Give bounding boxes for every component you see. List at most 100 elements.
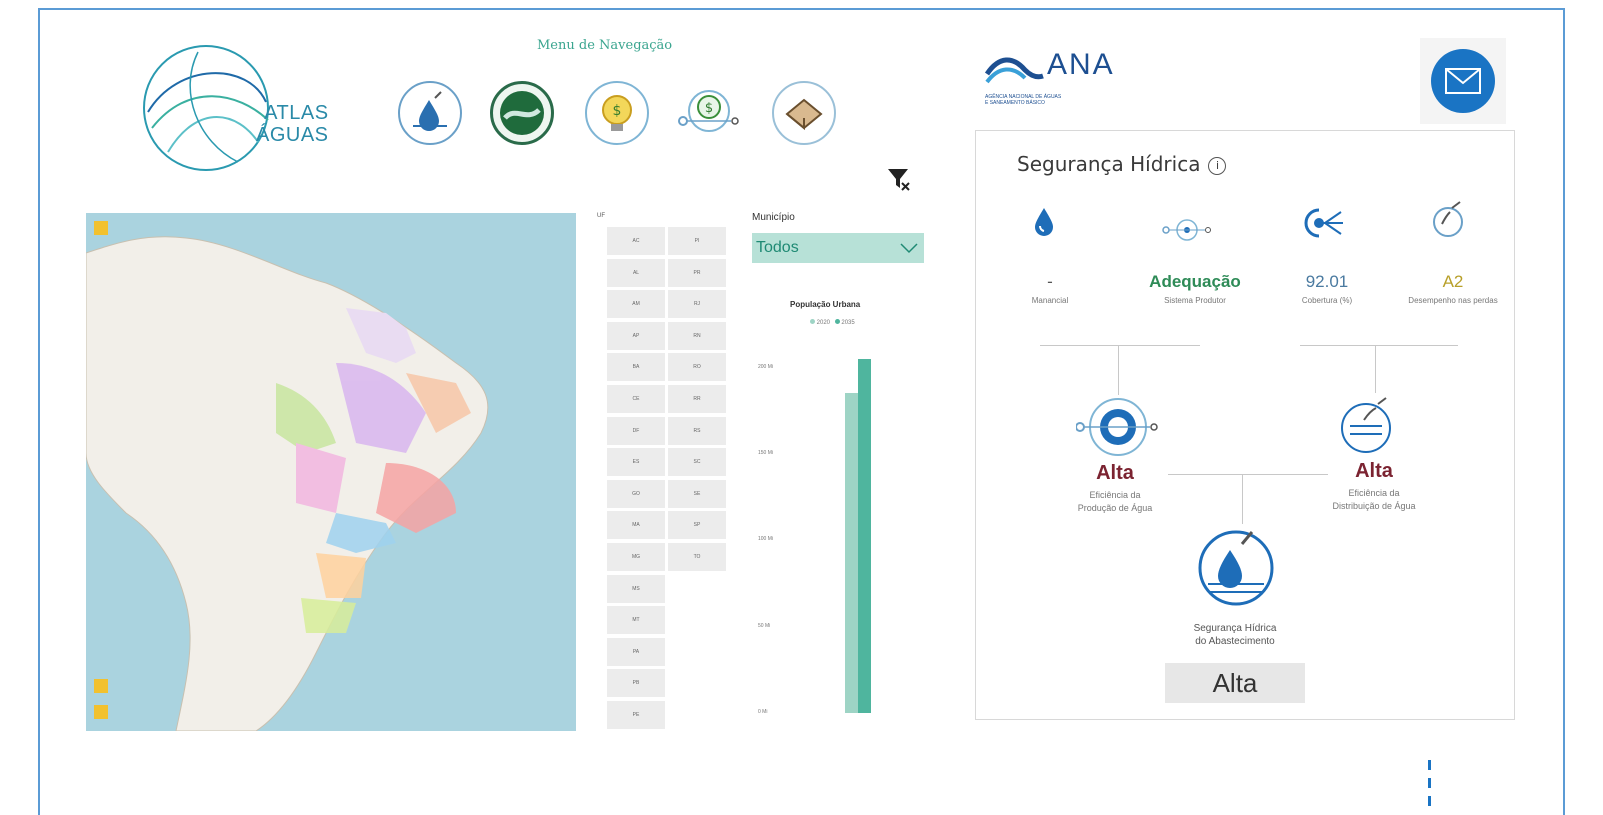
uf-option-rj[interactable]: RJ (668, 290, 726, 319)
uf-option-pi[interactable]: PI (668, 227, 726, 255)
municipio-value: Todos (756, 239, 799, 256)
map-canvas (86, 221, 489, 731)
y-tick-label: 50 Mi (758, 622, 771, 629)
indicator-cobertura: 92.01 Cobertura (%) (1267, 272, 1387, 306)
uf-option-mt[interactable]: MT (607, 606, 665, 635)
uf-option-ro[interactable]: RO (668, 353, 726, 382)
distribution-efficiency: Alta Eficiência da Distribuição de Água (1294, 460, 1454, 513)
uf-option-rn[interactable]: RN (668, 321, 726, 350)
uf-option-al[interactable]: AL (607, 258, 665, 287)
uf-option-pe[interactable]: PE (607, 701, 665, 729)
uf-option-rs[interactable]: RS (668, 416, 726, 445)
connector-line (1242, 474, 1243, 524)
uf-option-se[interactable]: SE (668, 479, 726, 508)
map-menu-button[interactable] (94, 221, 108, 235)
uf-option-ap[interactable]: AP (607, 321, 665, 350)
map-zoom-in-button[interactable] (94, 679, 108, 693)
lightbulb-money-icon: $ (602, 95, 632, 131)
ana-subtitle-2: E SANEAMENTO BÁSICO (985, 100, 1045, 106)
clear-filters-button[interactable] (886, 166, 912, 197)
chevron-down-icon (900, 243, 918, 254)
production-efficiency: Alta Eficiência da Produção de Água (1040, 462, 1190, 515)
water-security-caption: Segurança Hídrica do Abastecimento (1160, 622, 1310, 648)
uf-option-es[interactable]: ES (607, 448, 665, 477)
uf-option-mg[interactable]: MG (607, 543, 665, 571)
svg-text:$: $ (613, 103, 622, 119)
uf-option-pr[interactable]: PR (668, 258, 726, 287)
map-zoom-out-button[interactable] (94, 705, 108, 719)
manancial-value: - (1047, 272, 1053, 291)
uf-option-df[interactable]: DF (607, 416, 665, 445)
ana-wave-icon (985, 57, 1044, 84)
uf-option-ba[interactable]: BA (607, 353, 665, 382)
nav-investimentos-button[interactable]: $ (585, 81, 649, 145)
water-tap-icon (413, 91, 447, 131)
distribution-efficiency-label-1: Eficiência da (1348, 488, 1400, 498)
money-flow-icon: $ (678, 90, 739, 132)
ana-title: ANA (1047, 48, 1115, 81)
distribution-efficiency-label-2: Distribuição de Água (1332, 501, 1416, 511)
y-tick-label: 200 Mi (758, 363, 774, 370)
contact-area (1420, 38, 1506, 124)
nav-abastecimento-button[interactable] (772, 81, 836, 145)
house-icon (785, 98, 823, 131)
info-icon[interactable]: i (1208, 157, 1227, 175)
cobertura-value: 92.01 (1305, 272, 1349, 291)
losses-performance-icon (1428, 200, 1468, 245)
page-indicator (1428, 796, 1431, 806)
panel-title-text: Segurança Hídrica (1017, 152, 1201, 176)
menu-title: Menu de Navegação (537, 38, 673, 53)
manancial-label: Manancial (1031, 296, 1069, 305)
connector-line (1375, 345, 1376, 393)
brazil-map[interactable] (86, 213, 576, 731)
page-indicator (1428, 778, 1431, 788)
uf-option-sp[interactable]: SP (668, 511, 726, 540)
water-security-result: Alta (1165, 663, 1305, 703)
legend-2035: 2035 (841, 320, 855, 326)
cobertura-label: Cobertura (%) (1301, 296, 1353, 305)
logo-text-aguas: ÁGUAS (256, 124, 329, 146)
connector-line (1040, 345, 1200, 346)
indicator-manancial: - Manancial (990, 272, 1110, 306)
uf-option-pb[interactable]: PB (607, 669, 665, 698)
water-security-label-1: Segurança Hídrica (1193, 623, 1277, 634)
drop-icon (1032, 206, 1056, 241)
envelope-icon (1445, 68, 1481, 94)
uf-option-sc[interactable]: SC (668, 448, 726, 477)
water-security-icon (1194, 524, 1278, 613)
municipio-label: Município (752, 212, 795, 223)
perdas-label: Desempenho nas perdas (1408, 296, 1498, 305)
svg-text:$: $ (705, 101, 713, 116)
uf-option-ce[interactable]: CE (607, 385, 665, 413)
chart-title: População Urbana (790, 300, 861, 309)
nav-mananciais-button[interactable] (490, 81, 554, 145)
bar-2035[interactable] (858, 358, 871, 713)
bar-2020[interactable] (845, 393, 858, 713)
legend-2020: 2020 (816, 320, 831, 326)
distribution-efficiency-icon (1338, 396, 1398, 461)
nav-seguranca-hidrica-button[interactable] (398, 81, 462, 145)
uf-option-am[interactable]: AM (607, 290, 665, 319)
indicator-perdas: A2 Desempenho nas perdas (1393, 272, 1513, 306)
production-efficiency-value: Alta (1096, 462, 1134, 484)
uf-option-to[interactable]: TO (668, 543, 726, 571)
uf-option-pa[interactable]: PA (607, 637, 665, 666)
uf-option-ma[interactable]: MA (607, 511, 665, 540)
clear-filter-icon (888, 169, 910, 191)
contact-email-button[interactable] (1431, 49, 1495, 113)
watershed-icon (500, 91, 544, 135)
uf-option-ac[interactable]: AC (607, 227, 665, 255)
uf-option-go[interactable]: GO (607, 479, 665, 508)
nav-custos-button[interactable]: $ (677, 81, 741, 145)
production-system-icon (1162, 218, 1212, 247)
production-efficiency-icon (1075, 395, 1160, 464)
uf-option-ms[interactable]: MS (607, 574, 665, 603)
connector-line (1300, 345, 1458, 346)
municipio-dropdown[interactable]: Todos (752, 233, 924, 263)
chart-legend: 2020 2035 (810, 319, 855, 326)
legend-marker-2035 (834, 319, 840, 324)
sistema-produtor-value: Adequação (1149, 272, 1241, 291)
uf-label: UF (597, 213, 605, 219)
uf-option-rr[interactable]: RR (668, 385, 726, 413)
connector-line (1118, 345, 1119, 395)
